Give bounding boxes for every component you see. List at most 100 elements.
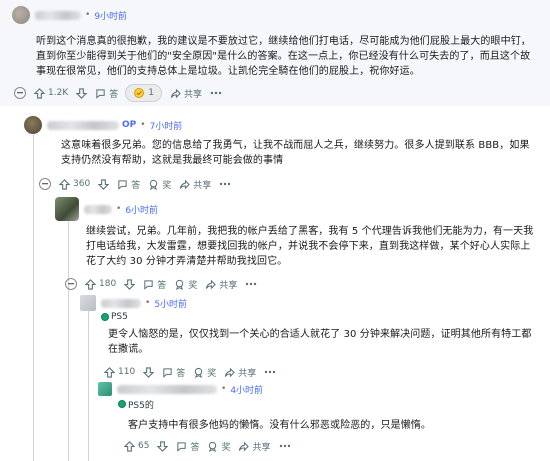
reply-icon <box>177 441 187 452</box>
playstation-icon <box>101 313 109 321</box>
more-options-button[interactable] <box>215 175 235 193</box>
reply-button[interactable]: 答 <box>158 363 189 381</box>
downvote-icon <box>76 87 88 99</box>
playstation-icon <box>118 400 126 408</box>
more-icon <box>210 91 222 95</box>
upvote-button[interactable]: 180 <box>81 275 120 293</box>
upvote-icon <box>85 278 96 290</box>
comment-actions: 180 答 奖 共享 <box>61 274 261 294</box>
award-button[interactable]: 奖 <box>170 275 201 293</box>
award-icon <box>175 279 184 290</box>
username[interactable] <box>101 298 141 308</box>
comment-body: 这意味着很多兄弟。您的信息给了我勇气，让我不战而屈人之兵，继续努力。很多人提到联… <box>61 140 530 166</box>
reply-button[interactable]: 答 <box>172 437 203 455</box>
reply-button[interactable]: 答 <box>113 175 144 193</box>
reply-icon <box>96 88 105 99</box>
comment-body: 客户支持中有很多他妈的懒惰。没有什么邪恶或险恶的，只是懒惰。 <box>128 420 431 431</box>
collapse-icon <box>14 87 26 99</box>
collapse-button[interactable] <box>61 275 81 293</box>
downvote-button[interactable] <box>153 437 172 455</box>
username[interactable] <box>47 120 119 130</box>
award-icon <box>194 367 203 378</box>
downvote-button[interactable] <box>139 363 158 381</box>
award-button[interactable]: 奖 <box>144 175 175 193</box>
downvote-button[interactable] <box>72 84 91 102</box>
comment-time: 9小时前 <box>94 11 128 22</box>
thread-line[interactable] <box>68 218 69 461</box>
user-flair: PS5的 <box>118 398 154 411</box>
share-button[interactable]: 共享 <box>166 84 206 102</box>
more-icon <box>246 282 257 286</box>
vote-count: 360 <box>73 179 91 189</box>
upvote-button[interactable]: 1.2K <box>30 84 72 102</box>
vote-count: 1.2K <box>48 88 69 98</box>
more-options-button[interactable] <box>260 363 280 381</box>
more-icon <box>279 444 290 448</box>
reply-icon <box>144 279 153 290</box>
username[interactable] <box>35 10 81 20</box>
award-button[interactable]: 奖 <box>203 437 234 455</box>
award-icon <box>209 441 217 452</box>
share-button[interactable]: 共享 <box>234 437 274 455</box>
upvote-icon <box>104 366 115 378</box>
avatar[interactable] <box>55 197 79 221</box>
reply-button[interactable]: 答 <box>91 84 122 102</box>
share-icon <box>170 88 181 98</box>
more-options-button[interactable] <box>275 437 295 455</box>
thread-line[interactable] <box>33 126 34 461</box>
upvote-icon <box>124 440 135 452</box>
comment-body: 听到这个消息真的很抱歉，我的建议是不要放过它，继续给他们打电话，尽可能成为他们屁… <box>36 36 531 77</box>
comment-body: 更令人恼怒的是，仅仅找到一个关心的合适人就花了 30 分钟来解决问题，证明其他所… <box>108 329 532 355</box>
comment-actions: 360 答 奖 共享 <box>35 174 235 194</box>
comment-actions: 110 答 奖 共享 <box>100 362 280 382</box>
vote-count: 110 <box>118 367 136 377</box>
share-button[interactable]: 共享 <box>175 175 215 193</box>
username[interactable] <box>84 204 112 214</box>
award-icon <box>149 179 158 190</box>
vote-count: 65 <box>138 441 150 451</box>
user-flair: PS5 <box>101 312 128 322</box>
share-icon <box>180 179 191 189</box>
more-icon <box>220 182 231 186</box>
more-icon <box>265 370 276 374</box>
downvote-icon <box>124 278 136 290</box>
collapse-button[interactable] <box>35 175 55 193</box>
reply-icon <box>118 179 127 190</box>
upvote-button[interactable]: 110 <box>100 363 139 381</box>
share-button[interactable]: 共享 <box>220 363 260 381</box>
more-options-button[interactable] <box>206 84 226 102</box>
reply-icon <box>163 367 172 378</box>
award-icon <box>134 88 145 98</box>
award-button[interactable]: 奖 <box>189 363 220 381</box>
comment-time: 5小时前 <box>154 299 188 310</box>
share-button[interactable]: 共享 <box>201 275 241 293</box>
upvote-button[interactable]: 360 <box>55 175 94 193</box>
more-options-button[interactable] <box>241 275 261 293</box>
collapse-icon <box>65 278 77 290</box>
comment-time: 6小时前 <box>125 205 159 216</box>
username[interactable] <box>117 384 217 394</box>
vote-count: 180 <box>99 279 117 289</box>
avatar[interactable] <box>98 382 112 396</box>
downvote-button[interactable] <box>94 175 113 193</box>
downvote-icon <box>157 440 169 452</box>
reply-button[interactable]: 答 <box>139 275 170 293</box>
share-icon <box>239 441 250 451</box>
avatar[interactable] <box>80 295 96 311</box>
upvote-icon <box>34 87 45 99</box>
comment-actions: 65 答 奖 共享 <box>120 436 295 456</box>
avatar[interactable] <box>12 6 30 24</box>
share-icon <box>225 367 236 377</box>
avatar[interactable] <box>24 116 42 134</box>
downvote-button[interactable] <box>120 275 139 293</box>
comment-time: 4小时前 <box>230 385 264 396</box>
comment-actions: 1.2K 答 1 共享 <box>10 83 226 103</box>
thread-line[interactable] <box>88 304 89 461</box>
share-icon <box>206 279 217 289</box>
op-badge: OP <box>122 120 137 130</box>
award-button[interactable]: 1 <box>125 84 162 102</box>
upvote-icon <box>59 178 70 190</box>
upvote-button[interactable]: 65 <box>120 437 153 455</box>
comment-body: 继续尝试，兄弟。几年前，我把我的帐户丢给了黑客，我有 5 个代理告诉我他们无能为… <box>86 226 534 267</box>
collapse-button[interactable] <box>10 84 30 102</box>
